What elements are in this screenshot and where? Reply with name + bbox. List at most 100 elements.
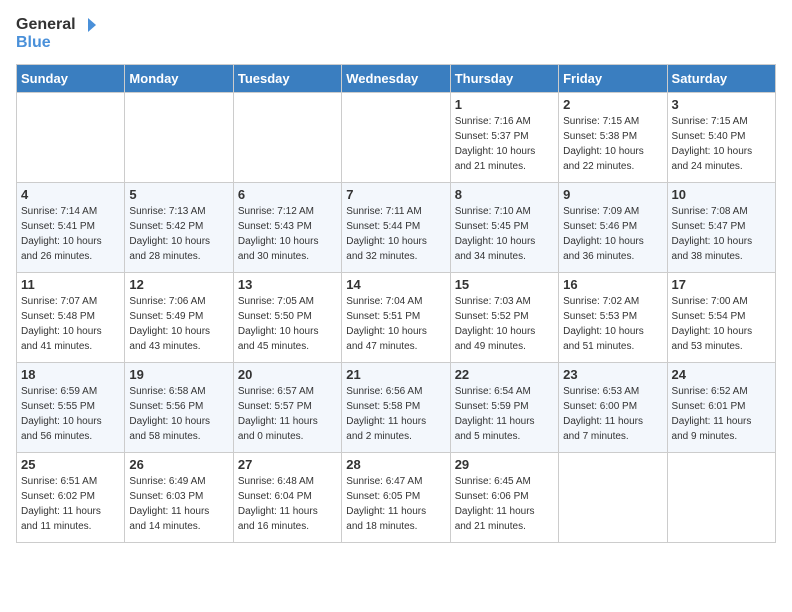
calendar-cell: 9 Sunrise: 7:09 AM Sunset: 5:46 PM Daylig… [559,182,667,272]
day-info: Sunrise: 7:06 AM Sunset: 5:49 PM Dayligh… [129,294,228,354]
day-info: Sunrise: 6:54 AM Sunset: 5:59 PM Dayligh… [455,384,554,444]
day-info: Sunrise: 7:11 AM Sunset: 5:44 PM Dayligh… [346,204,445,264]
day-number: 23 [563,367,662,382]
calendar-cell [17,92,125,182]
day-info: Sunrise: 7:04 AM Sunset: 5:51 PM Dayligh… [346,294,445,354]
calendar-cell: 14 Sunrise: 7:04 AM Sunset: 5:51 PM Dayli… [342,272,450,362]
calendar-cell: 7 Sunrise: 7:11 AM Sunset: 5:44 PM Daylig… [342,182,450,272]
col-header-sunday: Sunday [17,64,125,92]
day-info: Sunrise: 7:13 AM Sunset: 5:42 PM Dayligh… [129,204,228,264]
day-info: Sunrise: 7:16 AM Sunset: 5:37 PM Dayligh… [455,114,554,174]
day-number: 6 [238,187,337,202]
logo: General Blue [16,16,96,52]
day-number: 12 [129,277,228,292]
day-number: 29 [455,457,554,472]
calendar-cell: 10 Sunrise: 7:08 AM Sunset: 5:47 PM Dayli… [667,182,775,272]
calendar-cell: 24 Sunrise: 6:52 AM Sunset: 6:01 PM Dayli… [667,362,775,452]
calendar-cell: 11Sunrise: 7:07 AM Sunset: 5:48 PM Dayli… [17,272,125,362]
day-number: 2 [563,97,662,112]
calendar-header-row: SundayMondayTuesdayWednesdayThursdayFrid… [17,64,776,92]
col-header-wednesday: Wednesday [342,64,450,92]
day-number: 4 [21,187,120,202]
calendar-cell [125,92,233,182]
logo-blue: Blue [16,34,96,52]
col-header-monday: Monday [125,64,233,92]
day-info: Sunrise: 6:52 AM Sunset: 6:01 PM Dayligh… [672,384,771,444]
day-number: 7 [346,187,445,202]
calendar-week-row: 4 Sunrise: 7:14 AM Sunset: 5:41 PM Daylig… [17,182,776,272]
calendar-week-row: 18 Sunrise: 6:59 AM Sunset: 5:55 PM Dayli… [17,362,776,452]
calendar-cell: 16 Sunrise: 7:02 AM Sunset: 5:53 PM Dayli… [559,272,667,362]
calendar-cell [342,92,450,182]
calendar-cell: 4 Sunrise: 7:14 AM Sunset: 5:41 PM Daylig… [17,182,125,272]
calendar-cell [559,452,667,542]
day-info: Sunrise: 7:03 AM Sunset: 5:52 PM Dayligh… [455,294,554,354]
day-number: 15 [455,277,554,292]
calendar-cell: 28Sunrise: 6:47 AM Sunset: 6:05 PM Dayli… [342,452,450,542]
day-number: 14 [346,277,445,292]
calendar-cell: 17Sunrise: 7:00 AM Sunset: 5:54 PM Dayli… [667,272,775,362]
day-number: 19 [129,367,228,382]
day-info: Sunrise: 7:14 AM Sunset: 5:41 PM Dayligh… [21,204,120,264]
day-number: 13 [238,277,337,292]
day-info: Sunrise: 7:08 AM Sunset: 5:47 PM Dayligh… [672,204,771,264]
day-info: Sunrise: 7:15 AM Sunset: 5:38 PM Dayligh… [563,114,662,174]
day-number: 3 [672,97,771,112]
day-info: Sunrise: 7:02 AM Sunset: 5:53 PM Dayligh… [563,294,662,354]
day-number: 22 [455,367,554,382]
day-number: 26 [129,457,228,472]
calendar-cell: 22 Sunrise: 6:54 AM Sunset: 5:59 PM Dayli… [450,362,558,452]
calendar-cell: 23Sunrise: 6:53 AM Sunset: 6:00 PM Dayli… [559,362,667,452]
calendar-cell: 18 Sunrise: 6:59 AM Sunset: 5:55 PM Dayli… [17,362,125,452]
calendar-week-row: 1 Sunrise: 7:16 AM Sunset: 5:37 PM Daylig… [17,92,776,182]
calendar-week-row: 25 Sunrise: 6:51 AM Sunset: 6:02 PM Dayli… [17,452,776,542]
calendar-cell: 3 Sunrise: 7:15 AM Sunset: 5:40 PM Daylig… [667,92,775,182]
day-number: 18 [21,367,120,382]
day-info: Sunrise: 7:10 AM Sunset: 5:45 PM Dayligh… [455,204,554,264]
calendar-cell: 1 Sunrise: 7:16 AM Sunset: 5:37 PM Daylig… [450,92,558,182]
day-info: Sunrise: 7:15 AM Sunset: 5:40 PM Dayligh… [672,114,771,174]
day-info: Sunrise: 6:51 AM Sunset: 6:02 PM Dayligh… [21,474,120,534]
calendar-cell: 19 Sunrise: 6:58 AM Sunset: 5:56 PM Dayli… [125,362,233,452]
calendar-cell: 13 Sunrise: 7:05 AM Sunset: 5:50 PM Dayli… [233,272,341,362]
col-header-thursday: Thursday [450,64,558,92]
calendar-cell: 21Sunrise: 6:56 AM Sunset: 5:58 PM Dayli… [342,362,450,452]
day-number: 24 [672,367,771,382]
day-number: 8 [455,187,554,202]
day-info: Sunrise: 6:45 AM Sunset: 6:06 PM Dayligh… [455,474,554,534]
calendar-cell: 25 Sunrise: 6:51 AM Sunset: 6:02 PM Dayli… [17,452,125,542]
page-header: General Blue [16,16,776,52]
day-info: Sunrise: 7:12 AM Sunset: 5:43 PM Dayligh… [238,204,337,264]
calendar-table: SundayMondayTuesdayWednesdayThursdayFrid… [16,64,776,543]
calendar-cell [667,452,775,542]
day-info: Sunrise: 6:58 AM Sunset: 5:56 PM Dayligh… [129,384,228,444]
day-number: 1 [455,97,554,112]
day-info: Sunrise: 6:59 AM Sunset: 5:55 PM Dayligh… [21,384,120,444]
calendar-cell: 20 Sunrise: 6:57 AM Sunset: 5:57 PM Dayli… [233,362,341,452]
day-number: 16 [563,277,662,292]
day-number: 11 [21,277,120,292]
calendar-cell: 6 Sunrise: 7:12 AM Sunset: 5:43 PM Daylig… [233,182,341,272]
calendar-cell: 26 Sunrise: 6:49 AM Sunset: 6:03 PM Dayli… [125,452,233,542]
day-info: Sunrise: 7:05 AM Sunset: 5:50 PM Dayligh… [238,294,337,354]
day-number: 20 [238,367,337,382]
calendar-cell: 15 Sunrise: 7:03 AM Sunset: 5:52 PM Dayli… [450,272,558,362]
calendar-week-row: 11Sunrise: 7:07 AM Sunset: 5:48 PM Dayli… [17,272,776,362]
calendar-cell: 5 Sunrise: 7:13 AM Sunset: 5:42 PM Daylig… [125,182,233,272]
day-number: 27 [238,457,337,472]
day-info: Sunrise: 7:09 AM Sunset: 5:46 PM Dayligh… [563,204,662,264]
calendar-cell: 2 Sunrise: 7:15 AM Sunset: 5:38 PM Daylig… [559,92,667,182]
day-number: 28 [346,457,445,472]
day-number: 5 [129,187,228,202]
col-header-saturday: Saturday [667,64,775,92]
col-header-friday: Friday [559,64,667,92]
calendar-cell: 8 Sunrise: 7:10 AM Sunset: 5:45 PM Daylig… [450,182,558,272]
day-number: 10 [672,187,771,202]
day-number: 9 [563,187,662,202]
calendar-cell: 12 Sunrise: 7:06 AM Sunset: 5:49 PM Dayli… [125,272,233,362]
day-info: Sunrise: 6:49 AM Sunset: 6:03 PM Dayligh… [129,474,228,534]
day-number: 21 [346,367,445,382]
day-number: 25 [21,457,120,472]
day-number: 17 [672,277,771,292]
day-info: Sunrise: 6:57 AM Sunset: 5:57 PM Dayligh… [238,384,337,444]
